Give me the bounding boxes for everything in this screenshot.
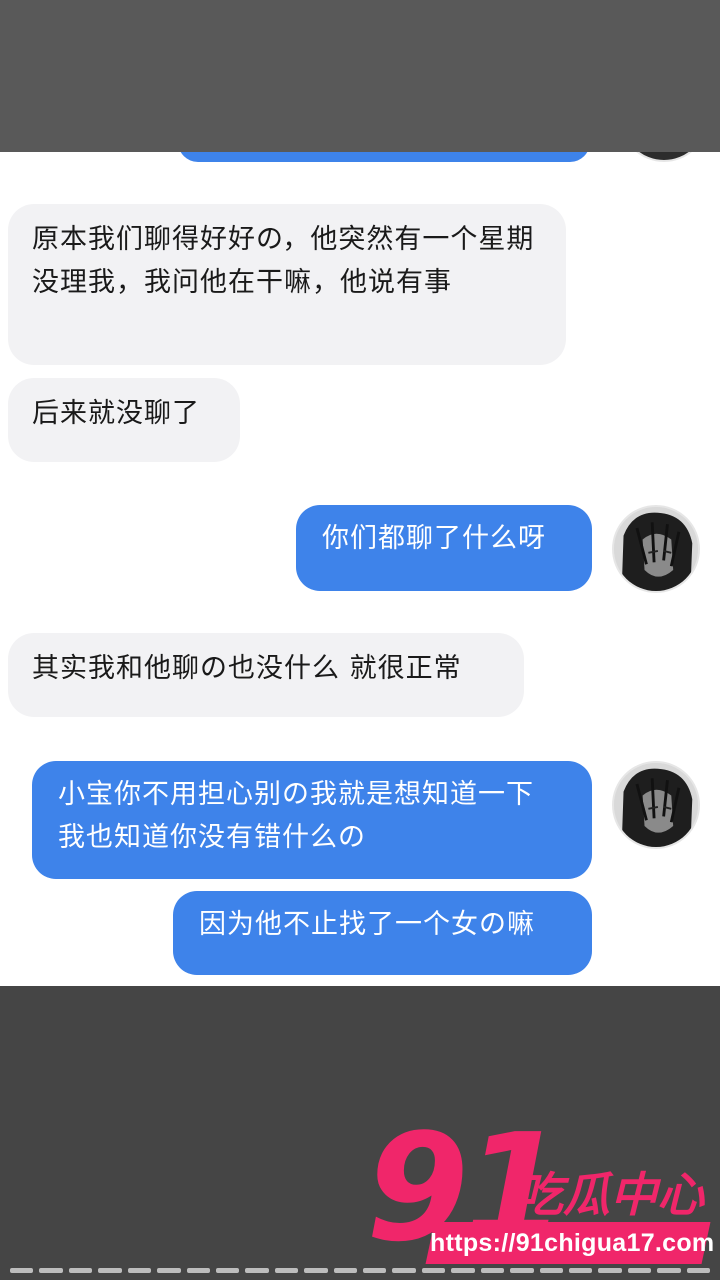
message-text: 后来就没聊了 <box>32 398 200 429</box>
bottom-dashed-strip <box>0 1268 720 1274</box>
avatar-image <box>614 763 698 847</box>
message-outgoing[interactable]: 因为他不止找了一个女の嘛 <box>173 891 592 975</box>
previous-avatar-edge <box>620 152 708 162</box>
message-text: 你们都聊了什么呀 <box>322 523 546 554</box>
bottom-gray-band <box>0 986 720 1280</box>
message-text: 小宝你不用担心别の我就是想知道一下 我也知道你没有错什么の <box>58 779 534 853</box>
user-avatar[interactable] <box>612 505 700 593</box>
message-text: 原本我们聊得好好の，他突然有一个星期没理我，我问他在干嘛，他说有事 <box>32 224 535 298</box>
message-text: 因为他不止找了一个女の嘛 <box>199 909 535 940</box>
message-outgoing[interactable]: 你们都聊了什么呀 <box>296 505 592 591</box>
message-incoming[interactable]: 原本我们聊得好好の，他突然有一个星期没理我，我问他在干嘛，他说有事 <box>8 204 566 365</box>
message-incoming[interactable]: 后来就没聊了 <box>8 378 240 462</box>
message-incoming[interactable]: 其实我和他聊の也没什么 就很正常 <box>8 633 524 717</box>
avatar-image <box>614 507 698 591</box>
top-gray-band <box>0 0 720 152</box>
user-avatar[interactable] <box>612 761 700 849</box>
message-text: 其实我和他聊の也没什么 就很正常 <box>32 653 462 684</box>
message-outgoing[interactable]: 小宝你不用担心别の我就是想知道一下 我也知道你没有错什么の <box>32 761 592 879</box>
previous-outgoing-bubble-edge <box>178 152 590 162</box>
